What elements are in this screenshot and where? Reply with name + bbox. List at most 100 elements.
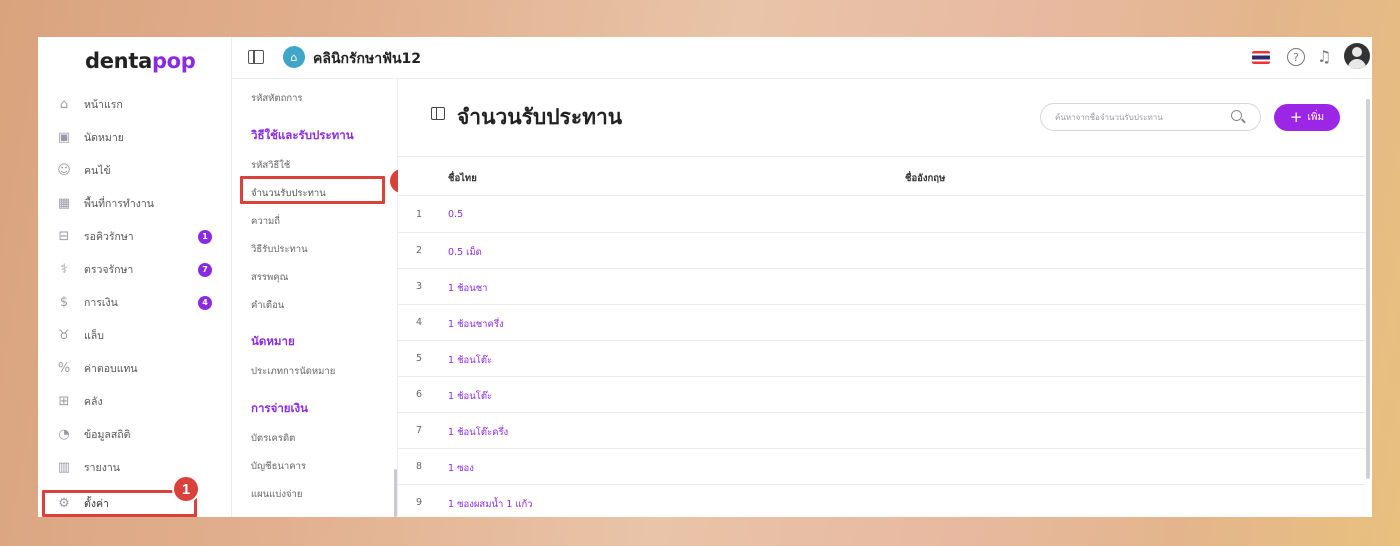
row-thai-name[interactable]: 0.5 เม็ด xyxy=(448,245,482,260)
table-row[interactable]: 8 1 ซอง xyxy=(398,449,1366,485)
count-badge: 4 xyxy=(198,295,212,310)
submenu-item[interactable]: แผนแบ่งจ่าย xyxy=(251,487,302,502)
submenu-item[interactable]: ความถี่ xyxy=(251,214,280,229)
submenu-item[interactable]: รหัสหัตถการ xyxy=(251,91,303,106)
sidebar-item-label: นัดหมาย xyxy=(84,132,124,144)
search-input[interactable] xyxy=(1055,110,1225,125)
submenu-item[interactable]: วิธีรับประทาน xyxy=(251,242,308,257)
page-title: จำนวนรับประทาน xyxy=(457,105,623,129)
row-thai-name[interactable]: 1 ช้อนชา xyxy=(448,281,488,296)
settings-highlight-box xyxy=(42,490,197,517)
column-header-english: ชื่ออังกฤษ xyxy=(905,173,946,184)
submenu-item[interactable]: คำเตือน xyxy=(251,298,284,313)
submenu-item[interactable]: บัญชีธนาคาร xyxy=(251,459,306,474)
sidebar-item-lab[interactable]: ♉ แล็บ xyxy=(38,319,232,352)
tooth-icon: ♉ xyxy=(58,328,70,343)
statistics-icon: ◔ xyxy=(58,427,70,442)
sidebar-item-patients[interactable]: ☺ คนไข้ xyxy=(38,154,232,187)
inventory-icon: ⊞ xyxy=(58,394,70,409)
calendar-icon: ▣ xyxy=(57,130,71,145)
sidebar-item-finance[interactable]: $ การเงิน 4 xyxy=(38,286,232,319)
sidebar-item-statistics[interactable]: ◔ ข้อมูลสถิติ xyxy=(38,418,232,451)
submenu-scrollbar[interactable] xyxy=(394,469,397,517)
sidebar-item-treatment[interactable]: ⚕ ตรวจรักษา 7 xyxy=(38,253,232,286)
thai-flag-icon[interactable] xyxy=(1252,51,1270,64)
app-window: dentapop ⌂ หน้าแรก ▣ นัดหมาย ☺ คนไข้ ▦ พ… xyxy=(38,37,1372,517)
count-badge: 1 xyxy=(198,229,212,244)
row-number: 2 xyxy=(416,245,423,256)
row-number: 5 xyxy=(416,353,423,364)
submenu-item[interactable]: บัตรเครดิต xyxy=(251,431,295,446)
home-icon: ⌂ xyxy=(59,97,69,112)
sidebar: dentapop ⌂ หน้าแรก ▣ นัดหมาย ☺ คนไข้ ▦ พ… xyxy=(38,37,232,517)
submenu-section-heading: วิธีใช้และรับประทาน xyxy=(251,128,354,142)
percent-icon: % xyxy=(57,361,71,376)
table-row[interactable]: 4 1 ช้อนชาครึ่ง xyxy=(398,305,1366,341)
main-scrollbar[interactable] xyxy=(1366,99,1370,479)
panel-toggle-icon[interactable] xyxy=(431,107,445,120)
search-box[interactable] xyxy=(1040,103,1261,131)
table-row[interactable]: 3 1 ช้อนชา xyxy=(398,269,1366,305)
plus-icon: + xyxy=(1289,108,1303,126)
row-thai-name[interactable]: 1 ช้อนโต๊ะครึ่ง xyxy=(448,425,508,440)
clinic-home-icon: ⌂ xyxy=(283,46,305,68)
sidebar-item-label: ค่าตอบแทน xyxy=(84,363,138,375)
row-thai-name[interactable]: 1 ซอง xyxy=(448,461,474,476)
table-header: ชื่อไทย ชื่ออังกฤษ xyxy=(398,156,1366,196)
sidebar-item-label: ตรวจรักษา xyxy=(84,264,134,276)
sidebar-item-label: คลัง xyxy=(84,396,103,408)
row-number: 7 xyxy=(416,425,423,436)
help-icon[interactable]: ? xyxy=(1287,48,1305,66)
money-icon: $ xyxy=(59,295,69,310)
sidebar-item-inventory[interactable]: ⊞ คลัง xyxy=(38,385,232,418)
workspace-icon: ▦ xyxy=(57,196,71,211)
submenu-item[interactable]: สรรพคุณ xyxy=(251,270,288,285)
settings-submenu: รหัสหัตถการ วิธีใช้และรับประทาน รหัสวิธี… xyxy=(232,79,414,517)
sidebar-item-workspace[interactable]: ▦ พื้นที่การทำงาน xyxy=(38,187,232,220)
submenu-section-heading: นัดหมาย xyxy=(251,334,295,348)
sidebar-item-appointments[interactable]: ▣ นัดหมาย xyxy=(38,121,232,154)
row-number: 1 xyxy=(416,209,423,220)
dosage-highlight-box xyxy=(240,176,385,204)
row-thai-name[interactable]: 0.5 xyxy=(448,209,463,220)
dentapop-logo[interactable]: dentapop xyxy=(85,49,196,73)
sidebar-item-compensation[interactable]: % ค่าตอบแทน xyxy=(38,352,232,385)
add-button-label: เพิ่ม xyxy=(1307,112,1325,123)
row-number: 6 xyxy=(416,389,423,400)
table-row[interactable]: 1 0.5 xyxy=(398,197,1366,233)
table-row[interactable]: 7 1 ช้อนโต๊ะครึ่ง xyxy=(398,413,1366,449)
main-content: จำนวนรับประทาน + เพิ่ม ชื่อไทย ชื่ออังกฤ… xyxy=(398,79,1372,517)
sidebar-item-label: พื้นที่การทำงาน xyxy=(84,198,154,210)
sidebar-item-label: หน้าแรก xyxy=(84,99,123,111)
table-row[interactable]: 5 1 ช้อนโต๊ะ xyxy=(398,341,1366,377)
sidebar-item-queue[interactable]: ⊟ รอคิวรักษา 1 xyxy=(38,220,232,253)
row-thai-name[interactable]: 1 ช้อนโต๊ะ xyxy=(448,353,492,368)
row-number: 3 xyxy=(416,281,423,292)
row-thai-name[interactable]: 1 ช้อนชาครึ่ง xyxy=(448,317,504,332)
row-number: 8 xyxy=(416,461,423,472)
table-row[interactable]: 9 1 ซองผสมน้ำ 1 แก้ว xyxy=(398,485,1366,517)
row-number: 9 xyxy=(416,497,423,508)
avatar[interactable] xyxy=(1344,43,1370,69)
table-row[interactable]: 2 0.5 เม็ด xyxy=(398,233,1366,269)
sidebar-item-label: ข้อมูลสถิติ xyxy=(84,429,131,441)
dental-chair-icon: ⊟ xyxy=(58,229,70,244)
row-number: 4 xyxy=(416,317,423,328)
clinic-name[interactable]: คลินิกรักษาฟัน12 xyxy=(313,48,421,70)
bell-icon[interactable]: ♫ xyxy=(1317,47,1331,66)
submenu-section-heading: การจ่ายเงิน xyxy=(251,401,308,415)
sidebar-item-home[interactable]: ⌂ หน้าแรก xyxy=(38,88,232,121)
search-icon[interactable] xyxy=(1231,110,1242,121)
submenu-item[interactable]: รหัสวิธีใช้ xyxy=(251,158,290,173)
row-thai-name[interactable]: 1 ช้อนโต๊ะ xyxy=(448,389,492,404)
sidebar-toggle-icon[interactable] xyxy=(248,50,264,64)
sidebar-item-reports[interactable]: ▥ รายงาน xyxy=(38,451,232,484)
treatment-icon: ⚕ xyxy=(60,262,68,277)
submenu-item[interactable]: ประเภทการนัดหมาย xyxy=(251,364,335,379)
sidebar-item-label: รายงาน xyxy=(84,462,120,474)
count-badge: 7 xyxy=(198,262,212,277)
add-button[interactable]: + เพิ่ม xyxy=(1274,104,1340,131)
step-marker-1: 1 xyxy=(174,477,198,501)
table-row[interactable]: 6 1 ช้อนโต๊ะ xyxy=(398,377,1366,413)
row-thai-name[interactable]: 1 ซองผสมน้ำ 1 แก้ว xyxy=(448,497,533,512)
